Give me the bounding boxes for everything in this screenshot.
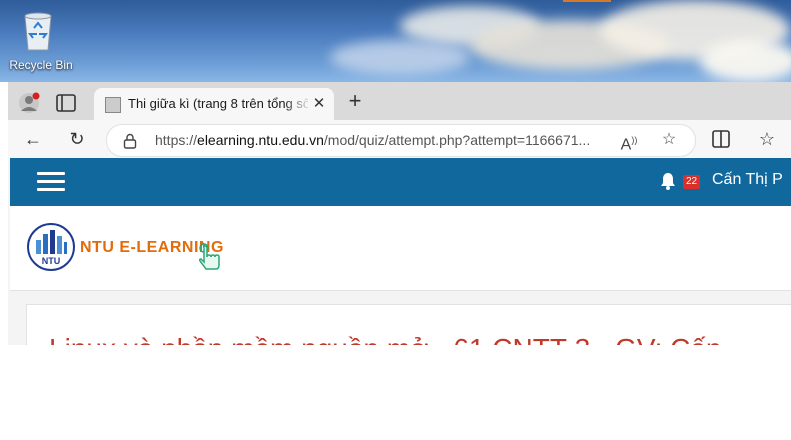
- favorites-icon[interactable]: ☆: [756, 128, 778, 150]
- recycle-bin-icon: [24, 12, 52, 51]
- page-favicon-icon: [105, 97, 121, 113]
- pointing-hand-icon: [198, 243, 220, 270]
- user-menu[interactable]: Cấn Thị P: [712, 171, 783, 189]
- course-title: Linux và phần mềm nguồn mở - 61.CNTT-3 -…: [49, 333, 722, 345]
- ntu-emblem-logo[interactable]: NTU: [26, 222, 76, 272]
- browser-toolbar: ← ↻ https://elearning.ntu.edu.vn/mod/qui…: [8, 120, 791, 158]
- tab-strip: Thi giữa kì (trang 8 trên tổng số ✕ +: [8, 82, 791, 120]
- url-domain: elearning.ntu.edu.vn: [197, 132, 324, 148]
- favorite-star-icon[interactable]: ☆: [659, 130, 679, 150]
- tab-title: Thi giữa kì (trang 8 trên tổng số: [128, 96, 308, 111]
- profile-avatar-icon[interactable]: [18, 92, 40, 114]
- back-icon[interactable]: ←: [22, 128, 44, 150]
- split-screen-icon[interactable]: [712, 130, 730, 148]
- lock-icon[interactable]: [123, 133, 137, 149]
- url-text: https://elearning.ntu.edu.vn/mod/quiz/at…: [155, 132, 590, 148]
- recycle-bin-label: Recycle Bin: [9, 58, 73, 72]
- recycle-bin-shortcut[interactable]: Recycle Bin: [6, 8, 73, 74]
- refresh-icon[interactable]: ↻: [66, 128, 88, 150]
- browser-window: Thi giữa kì (trang 8 trên tổng số ✕ + ← …: [8, 82, 791, 345]
- url-scheme: https://: [155, 132, 198, 148]
- desktop-background: Recycle Bin: [0, 0, 791, 82]
- address-bar[interactable]: https://elearning.ntu.edu.vn/mod/quiz/at…: [106, 124, 696, 157]
- site-navbar: 22 Cấn Thị P: [10, 158, 791, 206]
- tab-actions-icon[interactable]: [56, 94, 76, 112]
- read-aloud-icon[interactable]: A)): [619, 130, 639, 153]
- logo-header: NTU NTU E-LEARNING: [10, 206, 791, 291]
- new-tab-button[interactable]: +: [344, 90, 366, 112]
- logo-emblem-text: NTU: [42, 256, 61, 266]
- notification-bell-icon[interactable]: [660, 172, 676, 190]
- url-path: /mod/quiz/attempt.php?attempt=1166671...: [323, 132, 591, 148]
- tab-quiz[interactable]: Thi giữa kì (trang 8 trên tổng số ✕: [94, 88, 334, 120]
- notification-count-badge[interactable]: 22: [683, 175, 701, 189]
- menu-hamburger-icon[interactable]: [37, 171, 67, 193]
- web-page: 22 Cấn Thị P NTU NTU E-LEARNING Linux và…: [8, 158, 791, 345]
- course-header-card: Linux và phần mềm nguồn mở - 61.CNTT-3 -…: [26, 304, 791, 345]
- close-tab-icon[interactable]: ✕: [310, 95, 328, 113]
